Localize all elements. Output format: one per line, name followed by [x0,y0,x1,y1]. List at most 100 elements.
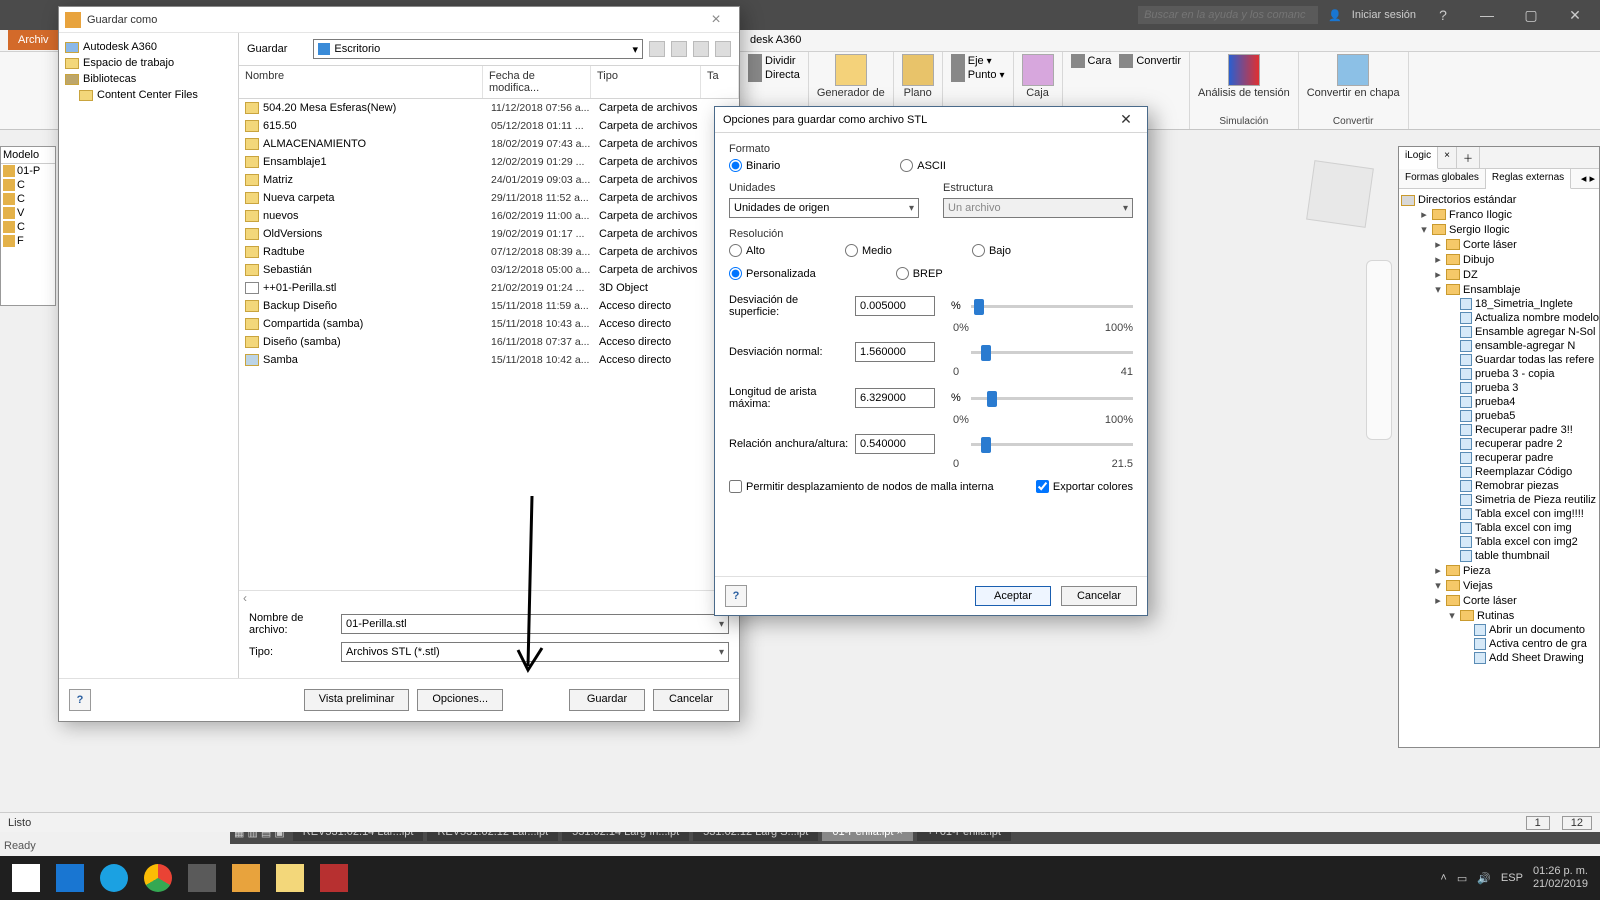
task-explorer[interactable] [268,856,312,900]
file-row[interactable]: OldVersions19/02/2019 01:17 ...Carpeta d… [239,225,739,243]
file-row[interactable]: Backup Diseño15/11/2018 11:59 a...Acceso… [239,297,739,315]
tray-lang[interactable]: ESP [1501,872,1523,884]
save-dialog-close[interactable]: × [699,11,733,29]
tree-toggle[interactable]: ▸ [1433,564,1443,577]
stl-dialog-titlebar[interactable]: Opciones para guardar como archivo STL ✕ [715,107,1147,133]
tree-node[interactable]: Actualiza nombre modelo [1399,311,1599,325]
file-row[interactable]: Diseño (samba)16/11/2018 07:37 a...Acces… [239,333,739,351]
chk-export-colors[interactable]: Exportar colores [1036,480,1133,493]
newfolder-icon[interactable] [693,41,709,57]
normdev-slider[interactable] [971,343,1133,361]
tree-node[interactable]: Recuperar padre 3!! [1399,423,1599,437]
tree-node[interactable]: ▸Corte láser [1399,593,1599,608]
tree-node[interactable]: Ensamble agregar N-Sol [1399,325,1599,339]
file-row[interactable]: Matriz24/01/2019 09:03 a...Carpeta de ar… [239,171,739,189]
start-button[interactable] [4,856,48,900]
ribbon-analisis[interactable]: Análisis de tensión [1198,54,1290,99]
ribbon-convertir[interactable]: Convertir [1119,54,1181,68]
tree-node[interactable]: Tabla excel con img!!!! [1399,507,1599,521]
tree-toggle[interactable]: ▸ [1433,268,1443,281]
ribbon-cara[interactable]: Cara [1071,54,1112,68]
stl-cancel-button[interactable]: Cancelar [1061,586,1137,606]
aspect-slider[interactable] [971,435,1133,453]
tree-node[interactable]: prueba4 [1399,395,1599,409]
preview-button[interactable]: Vista preliminar [304,689,410,711]
stl-dialog-close[interactable]: ✕ [1113,110,1139,130]
tree-node[interactable]: ▸Pieza [1399,563,1599,578]
tree-node[interactable]: ▾Ensamblaje [1399,282,1599,297]
units-combo[interactable]: Unidades de origen [729,198,919,218]
tray-network-icon[interactable]: ▭ [1457,872,1467,885]
task-app1[interactable] [180,856,224,900]
ribbon-generador[interactable]: Generador de [817,54,885,99]
task-inventor[interactable] [224,856,268,900]
tree-node[interactable]: ▸Franco Ilogic [1399,207,1599,222]
help-search-input[interactable] [1138,6,1318,24]
edge-input[interactable] [855,388,935,408]
file-row[interactable]: Sebastián03/12/2018 05:00 a...Carpeta de… [239,261,739,279]
file-row[interactable]: Samba15/11/2018 10:42 a...Acceso directo [239,351,739,369]
cancel-button[interactable]: Cancelar [653,689,729,711]
file-list-header[interactable]: Nombre Fecha de modifica... Tipo Ta [239,65,739,99]
ribbon-eje[interactable]: Eje ▾ [951,54,1005,68]
tree-toggle[interactable]: ▾ [1433,579,1443,592]
tree-node[interactable]: Add Sheet Drawing [1399,651,1599,665]
sign-in-link[interactable]: Iniciar sesión [1352,9,1416,21]
task-chrome[interactable] [136,856,180,900]
tree-node[interactable]: Abrir un documento [1399,623,1599,637]
nav-content-center[interactable]: Content Center Files [65,87,232,103]
task-ie[interactable] [92,856,136,900]
navigation-tools[interactable] [1366,260,1392,440]
chk-mesh-displacement[interactable]: Permitir desplazamiento de nodos de mall… [729,480,994,493]
tree-node[interactable]: prueba5 [1399,409,1599,423]
tree-node[interactable]: Reemplazar Código [1399,465,1599,479]
model-browser-item[interactable]: C [1,220,55,234]
model-browser-item[interactable]: C [1,192,55,206]
tree-toggle[interactable]: ▸ [1433,253,1443,266]
model-browser-item[interactable]: C [1,178,55,192]
tree-node[interactable]: prueba 3 - copia [1399,367,1599,381]
tree-node[interactable]: Simetria de Pieza reutiliz [1399,493,1599,507]
radio-ascii[interactable]: ASCII [900,159,946,172]
tree-root[interactable]: Directorios estándar [1418,194,1516,206]
tree-toggle[interactable]: ▸ [1419,208,1429,221]
file-row[interactable]: 615.5005/12/2018 01:11 ...Carpeta de arc… [239,117,739,135]
stl-ok-button[interactable]: Aceptar [975,586,1051,606]
file-row[interactable]: Nueva carpeta29/11/2018 11:52 a...Carpet… [239,189,739,207]
tree-toggle[interactable]: ▸ [1433,594,1443,607]
file-row[interactable]: Radtube07/12/2018 08:39 a...Carpeta de a… [239,243,739,261]
tree-toggle[interactable]: ▸ [1433,238,1443,251]
maximize-button[interactable]: ▢ [1514,7,1548,24]
save-location-combo[interactable]: Escritorio ▾ [313,39,643,59]
stl-help-button[interactable]: ? [725,585,747,607]
col-size[interactable]: Ta [701,66,739,98]
ribbon-convertir-chapa[interactable]: Convertir en chapa [1307,54,1400,99]
col-name[interactable]: Nombre [239,66,483,98]
ilogic-tab-add[interactable]: ＋ [1457,147,1480,168]
ilogic-subtab-formas[interactable]: Formas globales [1399,169,1486,188]
file-row[interactable]: ALMACENAMIENTO18/02/2019 07:43 a...Carpe… [239,135,739,153]
options-button[interactable]: Opciones... [417,689,503,711]
surfdev-input[interactable] [855,296,935,316]
tree-node[interactable]: ▸Corte láser [1399,237,1599,252]
file-row[interactable]: Ensamblaje112/02/2019 01:29 ...Carpeta d… [239,153,739,171]
filetype-combo[interactable]: Archivos STL (*.stl) [341,642,729,662]
close-button[interactable]: ✕ [1558,7,1592,24]
normdev-input[interactable] [855,342,935,362]
tree-node[interactable]: Remobrar piezas [1399,479,1599,493]
tree-node[interactable]: Guardar todas las refere [1399,353,1599,367]
ribbon-directa[interactable]: Directa [748,68,800,82]
back-icon[interactable] [649,41,665,57]
ilogic-tab[interactable]: iLogic [1399,147,1438,169]
minimize-button[interactable]: — [1470,7,1504,23]
ribbon-caja[interactable]: Caja [1022,54,1054,99]
tree-node[interactable]: ▸DZ [1399,267,1599,282]
save-dialog-titlebar[interactable]: Guardar como × [59,7,739,33]
tree-node[interactable]: recuperar padre 2 [1399,437,1599,451]
nav-libraries[interactable]: Bibliotecas [65,71,232,87]
tree-node[interactable]: prueba 3 [1399,381,1599,395]
tree-node[interactable]: ▾Sergio Ilogic [1399,222,1599,237]
tree-toggle[interactable]: ▾ [1447,609,1457,622]
help-button[interactable]: ? [69,689,91,711]
save-button[interactable]: Guardar [569,689,645,711]
